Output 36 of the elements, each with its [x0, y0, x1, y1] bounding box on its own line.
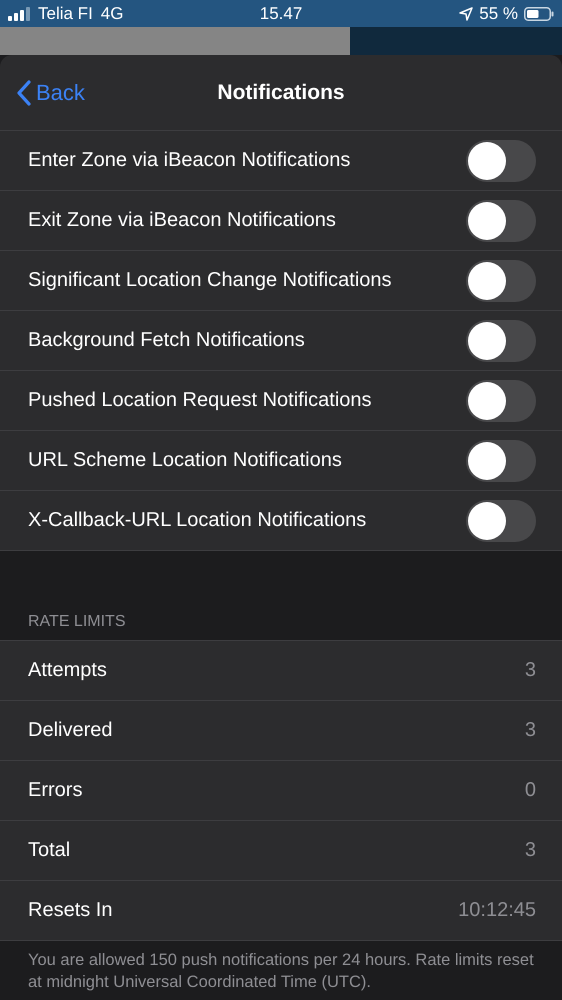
footer-note: You are allowed 150 push notifications per 24 hours. Rate limits reset at midnight Universal Coordinated Time (UTC). [28, 950, 534, 993]
setting-label: Exit Zone via iBeacon Notifications [28, 209, 337, 232]
stat-value: 0 [524, 779, 536, 802]
battery-percent: 55 % [479, 4, 518, 24]
stat-value: 3 [524, 719, 536, 742]
signal-icon [8, 6, 30, 20]
setting-label: Background Fetch Notifications [28, 329, 306, 352]
location-arrow-icon [459, 6, 474, 20]
stat-label: Total [28, 839, 72, 862]
stat-value: 10:12:45 [458, 899, 536, 922]
stat-label: Attempts [28, 659, 108, 682]
toggle-switch[interactable] [466, 440, 536, 482]
network-type: 4G [100, 4, 124, 24]
battery-icon [524, 6, 554, 20]
setting-label: URL Scheme Location Notifications [28, 449, 343, 472]
screen-title: Notifications [217, 80, 345, 104]
toggle-switch[interactable] [466, 260, 536, 302]
toggle-switch[interactable] [466, 320, 536, 362]
carrier-name: Telia FI [38, 4, 93, 24]
stat-label: Delivered [28, 719, 114, 742]
toggle-switch[interactable] [466, 380, 536, 422]
back-button[interactable]: Back [0, 80, 85, 106]
toggle-switch[interactable] [466, 140, 536, 182]
toggle-switch[interactable] [466, 500, 536, 542]
clock-time: 15.47 [260, 4, 302, 24]
stat-value: 3 [524, 839, 536, 862]
stat-label: Resets In [28, 899, 114, 922]
section-header: RATE LIMITS [28, 613, 126, 631]
toggle-switch[interactable] [466, 200, 536, 242]
stat-label: Errors [28, 779, 84, 802]
stat-value: 3 [524, 659, 536, 682]
setting-label: Enter Zone via iBeacon Notifications [28, 149, 352, 172]
setting-label: Pushed Location Request Notifications [28, 389, 373, 412]
setting-label: X-Callback-URL Location Notifications [28, 509, 368, 532]
chevron-left-icon [16, 80, 32, 106]
setting-label: Significant Location Change Notifications [28, 269, 393, 292]
